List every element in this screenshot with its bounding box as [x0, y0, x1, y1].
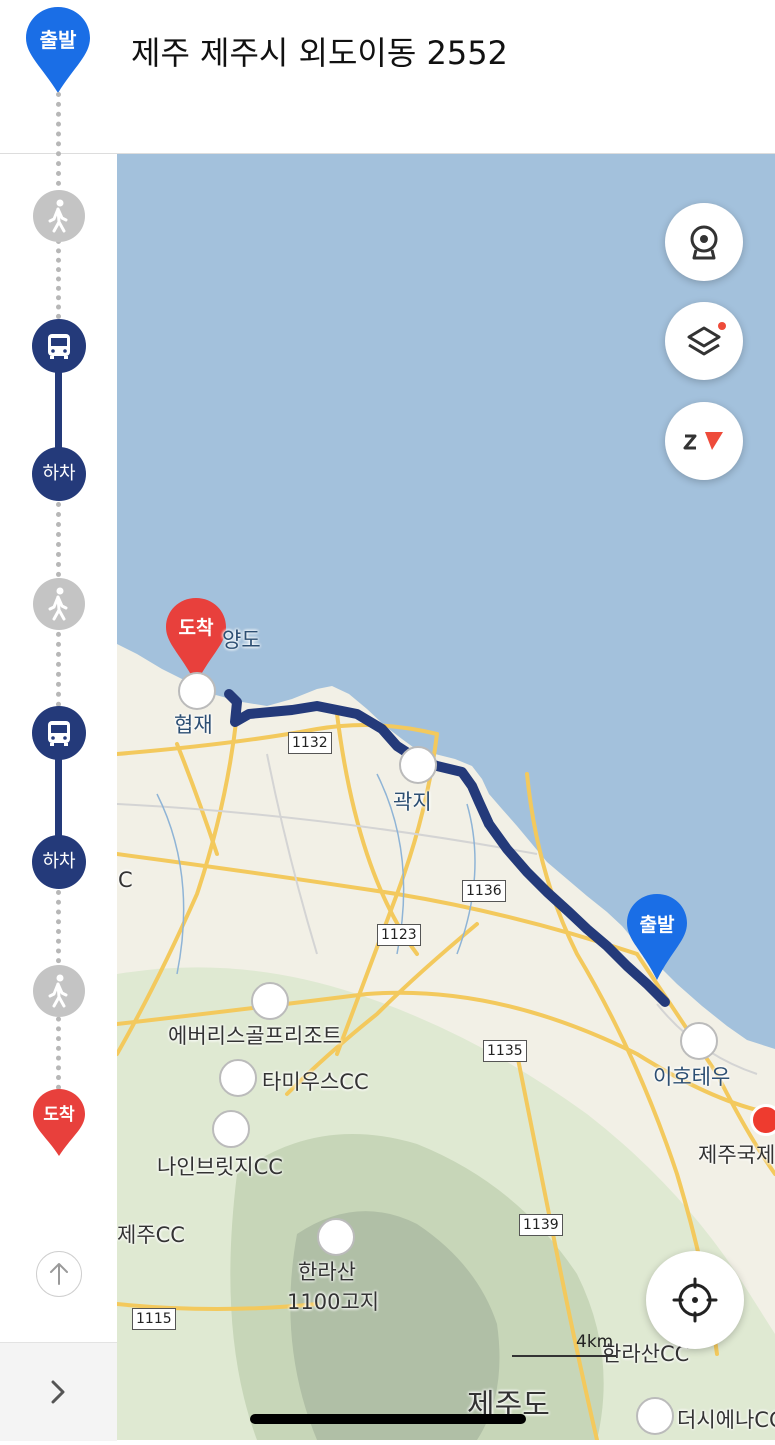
departure-map-pin-shape — [627, 894, 687, 980]
arrival-map-pin-label: 도착 — [178, 617, 214, 639]
destination-address[interactable]: 제주 제주시 외도이동 2552 — [131, 28, 508, 74]
home-indicator[interactable] — [250, 1414, 526, 1424]
golf-label: 타미우스CC — [262, 1070, 369, 1094]
end-pin[interactable]: 도착 — [32, 1088, 86, 1158]
roadview-button[interactable] — [665, 203, 743, 281]
map-scale: 4km — [510, 1330, 620, 1364]
road-number: 1123 — [377, 924, 421, 946]
start-pin: 출발 — [24, 5, 92, 95]
golf-poi-icon[interactable] — [636, 1397, 674, 1435]
walk-icon — [48, 974, 68, 1008]
expand-panel-button[interactable] — [0, 1342, 117, 1441]
current-location-button[interactable] — [646, 1251, 744, 1349]
mountain-poi-icon[interactable] — [317, 1218, 355, 1256]
golf-poi-icon[interactable] — [251, 982, 289, 1020]
chevron-right-icon — [51, 1380, 65, 1404]
route-header: 출발 제주 제주시 외도이동 2552 — [0, 0, 775, 154]
departure-map-pin-label: 출발 — [639, 914, 675, 936]
roadview-icon — [690, 225, 718, 260]
location-marker[interactable] — [750, 1104, 775, 1136]
golf-label: 에버리스골프리조트 — [168, 1024, 342, 1048]
route-steps-sidebar: 하차 하차 도착 — [0, 92, 117, 1441]
bus-icon — [48, 721, 70, 746]
alight-step[interactable]: 하차 — [32, 447, 86, 501]
golf-label: 더시에나CC — [677, 1408, 775, 1432]
bus-step[interactable] — [32, 706, 86, 760]
layers-button[interactable] — [665, 302, 743, 380]
road-number: 1136 — [462, 880, 506, 902]
place-label: C — [118, 868, 133, 892]
bus-step[interactable] — [32, 319, 86, 373]
walk-step[interactable] — [33, 965, 85, 1017]
arrow-up-icon — [50, 1263, 68, 1285]
walk-step[interactable] — [33, 190, 85, 242]
place-label: 이호테우 — [653, 1065, 731, 1089]
walk-step[interactable] — [33, 578, 85, 630]
road-number: 1115 — [132, 1308, 176, 1330]
walk-icon — [48, 587, 68, 621]
map-view[interactable]: 도착 출발 양도 협재 곽지 이호테우 제주국제 에버리스골프리조트 타미우스C… — [117, 154, 775, 1440]
scroll-to-top-button[interactable] — [36, 1251, 82, 1297]
place-label: 협재 — [174, 713, 213, 737]
start-pin-label: 출발 — [39, 28, 77, 52]
golf-poi-icon[interactable] — [219, 1059, 257, 1097]
beach-poi-icon[interactable] — [680, 1022, 718, 1060]
beach-poi-icon[interactable] — [399, 746, 437, 784]
mountain-label: 한라산 — [298, 1260, 356, 1284]
road-number: 1135 — [483, 1040, 527, 1062]
walk-connector — [56, 239, 61, 319]
place-label: 곽지 — [393, 790, 432, 814]
compass-button[interactable] — [665, 402, 743, 480]
end-pin-label: 도착 — [43, 1105, 75, 1125]
road-number: 1139 — [519, 1214, 563, 1236]
layers-icon — [687, 322, 726, 356]
bus-icon — [48, 334, 70, 359]
beach-poi-icon[interactable] — [178, 672, 216, 710]
golf-label: 나인브릿지CC — [157, 1155, 283, 1179]
scale-label: 4km — [576, 1332, 614, 1352]
walk-icon — [48, 199, 68, 233]
road-number: 1132 — [288, 732, 332, 754]
golf-label: 제주CC — [117, 1223, 185, 1247]
alight-step[interactable]: 하차 — [32, 835, 86, 889]
departure-map-pin[interactable]: 출발 — [625, 892, 689, 982]
golf-poi-icon[interactable] — [212, 1110, 250, 1148]
place-label: 양도 — [222, 628, 261, 652]
mountain-label: 1100고지 — [287, 1290, 380, 1314]
walk-connector — [56, 92, 61, 186]
compass-icon — [683, 432, 723, 450]
place-label: 제주국제 — [698, 1143, 775, 1167]
current-location-icon — [672, 1277, 718, 1323]
